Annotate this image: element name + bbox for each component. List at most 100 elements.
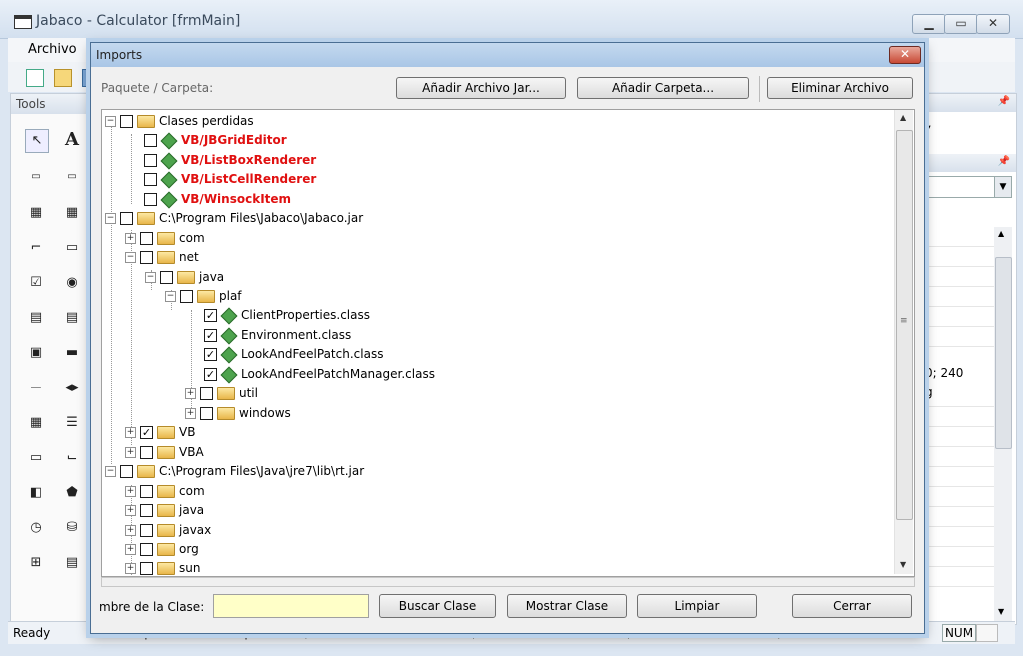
node-checkbox-checked[interactable]: ✓ [204, 309, 217, 322]
node-checkbox[interactable] [160, 271, 173, 284]
tree-node[interactable]: + com [125, 229, 205, 248]
close-window-button[interactable]: ✕ [976, 14, 1010, 34]
text-abl-tool-icon[interactable]: ▭ [61, 166, 83, 188]
label-tool-icon[interactable]: A [61, 129, 83, 151]
tree-node[interactable]: − C:\Program Files\Java\jre7\lib\rt.jar [105, 462, 364, 481]
tree-node[interactable]: ✓ Environment.class [204, 326, 351, 345]
node-checkbox[interactable] [200, 407, 213, 420]
add-jar-button[interactable]: Añadir Archivo Jar... [396, 77, 566, 99]
resize-grip[interactable] [976, 624, 998, 642]
line-tool-icon[interactable]: ⌙ [61, 447, 83, 469]
scrollbar-thumb[interactable] [995, 257, 1012, 449]
checkbox-tool-icon[interactable]: ☑ [25, 272, 47, 294]
timer-tool-icon[interactable]: ⏤ [25, 377, 47, 399]
tree-node[interactable]: − plaf [165, 287, 242, 306]
tree-node[interactable]: + ✓ VB [125, 423, 195, 442]
scroll-down-icon[interactable]: ▼ [998, 607, 1004, 616]
node-checkbox[interactable] [144, 173, 157, 186]
network-tool-icon[interactable]: ⊞ [25, 552, 47, 574]
pointer-tool-icon[interactable]: ↖ [25, 129, 49, 153]
tree-node[interactable]: VB/ListCellRenderer [144, 170, 316, 189]
database-tool-icon[interactable]: ⛁ [61, 517, 83, 539]
tree-node[interactable]: + org [125, 540, 199, 559]
node-checkbox[interactable] [140, 446, 153, 459]
spinner-tool-icon[interactable]: ◂▸ [61, 377, 83, 399]
node-checkbox[interactable] [120, 212, 133, 225]
add-folder-button[interactable]: Añadir Carpeta... [577, 77, 749, 99]
masked-tool-icon[interactable]: ▦ [25, 202, 47, 224]
close-button[interactable]: Cerrar [792, 594, 912, 618]
node-checkbox[interactable] [140, 485, 153, 498]
node-checkbox[interactable] [200, 387, 213, 400]
node-checkbox-checked[interactable]: ✓ [204, 368, 217, 381]
frame-tool-icon[interactable]: ⌐ [25, 237, 47, 259]
expand-icon[interactable]: + [125, 427, 136, 438]
class-name-input[interactable] [213, 594, 369, 618]
tree-node[interactable]: + VBA [125, 443, 204, 462]
maximize-button[interactable]: ▭ [944, 14, 978, 34]
listbox-tool-icon[interactable]: ▤ [25, 307, 47, 329]
expand-icon[interactable]: + [125, 505, 136, 516]
splitter-tool-icon[interactable]: ◧ [25, 482, 47, 504]
tree-node[interactable]: ✓ LookAndFeelPatch.class [204, 345, 383, 364]
expand-icon[interactable]: + [185, 408, 196, 419]
tree-node[interactable]: + util [185, 384, 258, 403]
node-checkbox[interactable] [120, 115, 133, 128]
node-checkbox[interactable] [140, 251, 153, 264]
scroll-down-icon[interactable]: ▼ [900, 560, 906, 569]
radio-tool-icon[interactable]: ◉ [61, 272, 83, 294]
tree-scrollbar[interactable]: ▲ ≡ ▼ [894, 110, 913, 574]
collapse-icon[interactable]: − [105, 116, 116, 127]
node-checkbox-checked[interactable]: ✓ [140, 426, 153, 439]
scrollbar-thumb[interactable]: ≡ [896, 130, 913, 520]
chevron-down-icon[interactable]: ▼ [994, 177, 1011, 197]
expand-icon[interactable]: + [185, 388, 196, 399]
node-checkbox[interactable] [140, 232, 153, 245]
textbox-tool-icon[interactable]: ▭ [25, 166, 47, 188]
expand-icon[interactable]: + [125, 233, 136, 244]
show-class-button[interactable]: Mostrar Clase [507, 594, 627, 618]
close-icon[interactable]: ✕ [889, 46, 921, 64]
tree-node[interactable]: ✓ LookAndFeelPatchManager.class [204, 365, 435, 384]
tree-node[interactable]: + windows [185, 404, 291, 423]
save-icon[interactable] [82, 69, 90, 87]
remove-file-button[interactable]: Eliminar Archivo [767, 77, 913, 99]
node-checkbox[interactable] [140, 504, 153, 517]
pin-icon[interactable]: 📌 [998, 156, 1010, 167]
tree-node[interactable]: − net [125, 248, 199, 267]
horizontal-scrollbar[interactable] [101, 577, 915, 587]
clear-button[interactable]: Limpiar [637, 594, 757, 618]
shapes-tool-icon[interactable]: ⬟ [61, 482, 83, 504]
node-checkbox[interactable] [140, 562, 153, 575]
collapse-icon[interactable]: − [145, 272, 156, 283]
imports-tree[interactable]: − Clases perdidas VB/JBGridEditor VB/List… [101, 109, 915, 577]
menu-archivo[interactable]: Archivo [28, 42, 77, 57]
collapse-icon[interactable]: − [125, 252, 136, 263]
node-checkbox[interactable] [120, 465, 133, 478]
scrollbar-tool-icon[interactable]: ▬ [61, 342, 83, 364]
formatted-tool-icon[interactable]: ▦ [61, 202, 83, 224]
tree-node[interactable]: ✓ ClientProperties.class [204, 306, 370, 325]
scroll-up-icon[interactable]: ▲ [998, 229, 1004, 238]
node-checkbox-checked[interactable]: ✓ [204, 348, 217, 361]
panel-tool-icon[interactable]: ▤ [61, 552, 83, 574]
node-checkbox[interactable] [180, 290, 193, 303]
shape-tool-icon[interactable]: ▭ [25, 447, 47, 469]
tree-node[interactable]: − C:\Program Files\Jabaco\Jabaco.jar [105, 209, 363, 228]
tree-node[interactable]: + javax [125, 521, 211, 540]
expand-icon[interactable]: + [125, 447, 136, 458]
node-checkbox[interactable] [140, 524, 153, 537]
grid-tool-icon[interactable]: ▦ [25, 412, 47, 434]
tree-node[interactable]: VB/WinsockItem [144, 190, 291, 209]
collapse-icon[interactable]: − [105, 213, 116, 224]
tree-node[interactable]: − java [145, 268, 224, 287]
collapse-icon[interactable]: − [105, 466, 116, 477]
expand-icon[interactable]: + [125, 486, 136, 497]
tree-node[interactable]: VB/JBGridEditor [144, 131, 287, 150]
tree-node[interactable]: + java [125, 501, 204, 520]
node-checkbox[interactable] [140, 543, 153, 556]
node-checkbox[interactable] [144, 193, 157, 206]
tree-node[interactable]: + sun [125, 559, 200, 576]
node-checkbox-checked[interactable]: ✓ [204, 329, 217, 342]
minimize-button[interactable]: ▁ [912, 14, 946, 34]
